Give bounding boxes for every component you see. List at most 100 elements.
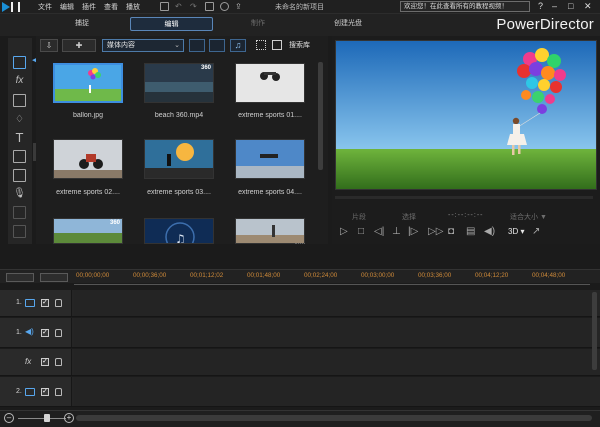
lock-icon[interactable] <box>55 329 62 337</box>
menu-plugins[interactable]: 插件 <box>82 2 96 12</box>
previous-frame-icon[interactable]: ◁| <box>374 226 384 238</box>
storyboard-view-icon[interactable] <box>6 273 34 282</box>
timeline-ruler[interactable] <box>74 281 590 285</box>
filter-image-icon[interactable] <box>209 39 225 52</box>
ruler-tick: 00;01;12;02 <box>190 272 224 279</box>
track-manager-icon[interactable] <box>40 273 68 282</box>
pip-room-icon[interactable] <box>13 94 26 107</box>
transition-room-icon[interactable] <box>13 150 26 163</box>
mark-out-icon[interactable]: |▷ <box>408 226 418 238</box>
undo-icon[interactable]: ↶ <box>175 2 184 11</box>
fast-forward-icon[interactable]: ▷▷ <box>428 226 443 238</box>
panel-splitter[interactable] <box>295 243 305 246</box>
media-thumb-landscape360[interactable]: 360 <box>53 218 123 244</box>
track-lane[interactable] <box>74 377 590 406</box>
redo-icon[interactable]: ↷ <box>190 2 199 11</box>
lock-icon[interactable] <box>55 358 62 366</box>
effects-room-icon[interactable]: fx <box>13 74 26 87</box>
media-thumb-extreme03[interactable] <box>144 139 214 179</box>
timeline-horizontal-scrollbar[interactable] <box>76 415 592 421</box>
track-enable-checkbox[interactable]: ✓ <box>41 388 49 396</box>
brand-title: PowerDirector <box>496 16 594 33</box>
settings-gear-icon[interactable] <box>220 2 229 11</box>
welcome-tutorial-link[interactable]: 欢迎您！在此查看所有的教程视频！ <box>400 1 530 12</box>
menu-edit[interactable]: 编辑 <box>60 2 74 12</box>
maximize-button[interactable]: □ <box>568 1 573 12</box>
media-thumb-extreme01[interactable] <box>235 63 305 103</box>
snapshot-camera-icon[interactable]: ◘ <box>448 226 454 238</box>
track-enable-checkbox[interactable]: ✓ <box>41 329 49 337</box>
help-button[interactable]: ? <box>538 1 543 12</box>
import-media-icon[interactable]: ⇩ <box>40 39 58 52</box>
voice-over-icon[interactable]: 🎙 <box>13 187 26 200</box>
track-enable-checkbox[interactable]: ✓ <box>41 299 49 307</box>
chapter-room-icon[interactable] <box>13 206 26 219</box>
audio-mixing-room-icon[interactable] <box>13 169 26 182</box>
clip-mode-toggle[interactable]: 片段 选择 <box>338 212 416 222</box>
plugin-puzzle-icon[interactable]: ✚ <box>62 39 96 52</box>
render-preview-icon[interactable] <box>205 2 214 11</box>
balloon-image <box>55 65 121 101</box>
details-view-icon[interactable] <box>272 40 282 50</box>
zoom-slider[interactable] <box>18 418 66 419</box>
media-thumb-music[interactable]: ♫ <box>144 218 214 244</box>
lock-icon[interactable] <box>55 299 62 307</box>
close-button[interactable]: ✕ <box>584 1 592 12</box>
title-room-icon[interactable]: T <box>13 131 26 144</box>
track-lane[interactable] <box>74 349 590 375</box>
media-room-icon[interactable] <box>13 56 26 69</box>
3d-mode-dropdown[interactable]: 3D ▾ <box>508 227 524 236</box>
undock-preview-icon[interactable]: ↗ <box>532 226 540 238</box>
track-lane[interactable] <box>74 318 590 347</box>
particle-room-icon[interactable]: ♢ <box>13 113 26 126</box>
media-filter-dropdown[interactable]: 媒体内容 ⌄ <box>102 39 184 52</box>
badge-360: 360 <box>200 65 211 71</box>
track-enable-checkbox[interactable]: ✓ <box>41 358 49 366</box>
media-thumb-runner[interactable] <box>235 218 305 244</box>
stop-icon[interactable]: □ <box>358 226 364 238</box>
effects-fx-icon: fx <box>25 357 32 366</box>
svg-text:♫: ♫ <box>175 232 186 244</box>
subtitle-room-icon[interactable] <box>13 225 26 238</box>
media-thumb-extreme04[interactable] <box>235 139 305 179</box>
menu-file[interactable]: 文件 <box>38 2 52 12</box>
track-number: 1. <box>16 329 22 336</box>
media-caption: extreme sports 04.... <box>238 189 302 196</box>
app-logo <box>2 1 22 13</box>
media-filter-value: 媒体内容 <box>107 42 135 49</box>
play-icon[interactable]: ▷ <box>340 226 348 238</box>
timeline-vertical-scrollbar[interactable] <box>592 292 597 370</box>
motorbike-jump-image <box>236 64 304 102</box>
zoom-out-icon[interactable]: – <box>4 413 14 423</box>
tab-capture[interactable]: 捕捉 <box>42 17 122 31</box>
minimize-button[interactable]: – <box>552 1 557 12</box>
zoom-slider-handle[interactable] <box>44 414 50 422</box>
track-header: 2. ✓ <box>0 377 72 406</box>
preview-seek-bar[interactable] <box>335 196 593 199</box>
media-thumb-extreme02[interactable] <box>53 139 123 179</box>
zoom-in-icon[interactable]: + <box>64 413 74 423</box>
volume-speaker-icon[interactable]: ◀) <box>484 226 495 238</box>
ruler-tick: 00;03;00;00 <box>361 272 395 279</box>
fit-size-dropdown[interactable]: 适合大小 ▼ <box>510 212 547 222</box>
library-scrollbar[interactable] <box>318 62 323 170</box>
tab-create-disc[interactable]: 创建光盘 <box>306 17 390 31</box>
timecode-display: --:--:--:-- <box>448 212 484 219</box>
media-thumb-beach360[interactable]: 360 <box>144 63 214 103</box>
upload-icon[interactable]: ⇪ <box>235 2 244 11</box>
lock-icon[interactable] <box>55 388 62 396</box>
thumbnail-grid-icon[interactable] <box>256 40 266 50</box>
filter-video-icon[interactable] <box>189 39 205 52</box>
tab-produce[interactable]: 制作 <box>222 17 294 31</box>
mark-in-icon[interactable]: ⊥ <box>392 226 401 238</box>
search-library-button[interactable]: 搜索库 <box>289 40 310 50</box>
track-number: 2. <box>16 388 22 395</box>
subtitle-icon[interactable]: ▤ <box>466 226 475 238</box>
menu-playback[interactable]: 播放 <box>126 2 140 12</box>
filter-audio-icon[interactable]: ♫ <box>230 39 246 52</box>
menu-view[interactable]: 查看 <box>104 2 118 12</box>
tab-edit[interactable]: 编辑 <box>130 17 213 31</box>
track-lane[interactable] <box>74 290 590 316</box>
save-icon[interactable] <box>160 2 169 11</box>
media-thumb-balloon[interactable] <box>53 63 123 103</box>
